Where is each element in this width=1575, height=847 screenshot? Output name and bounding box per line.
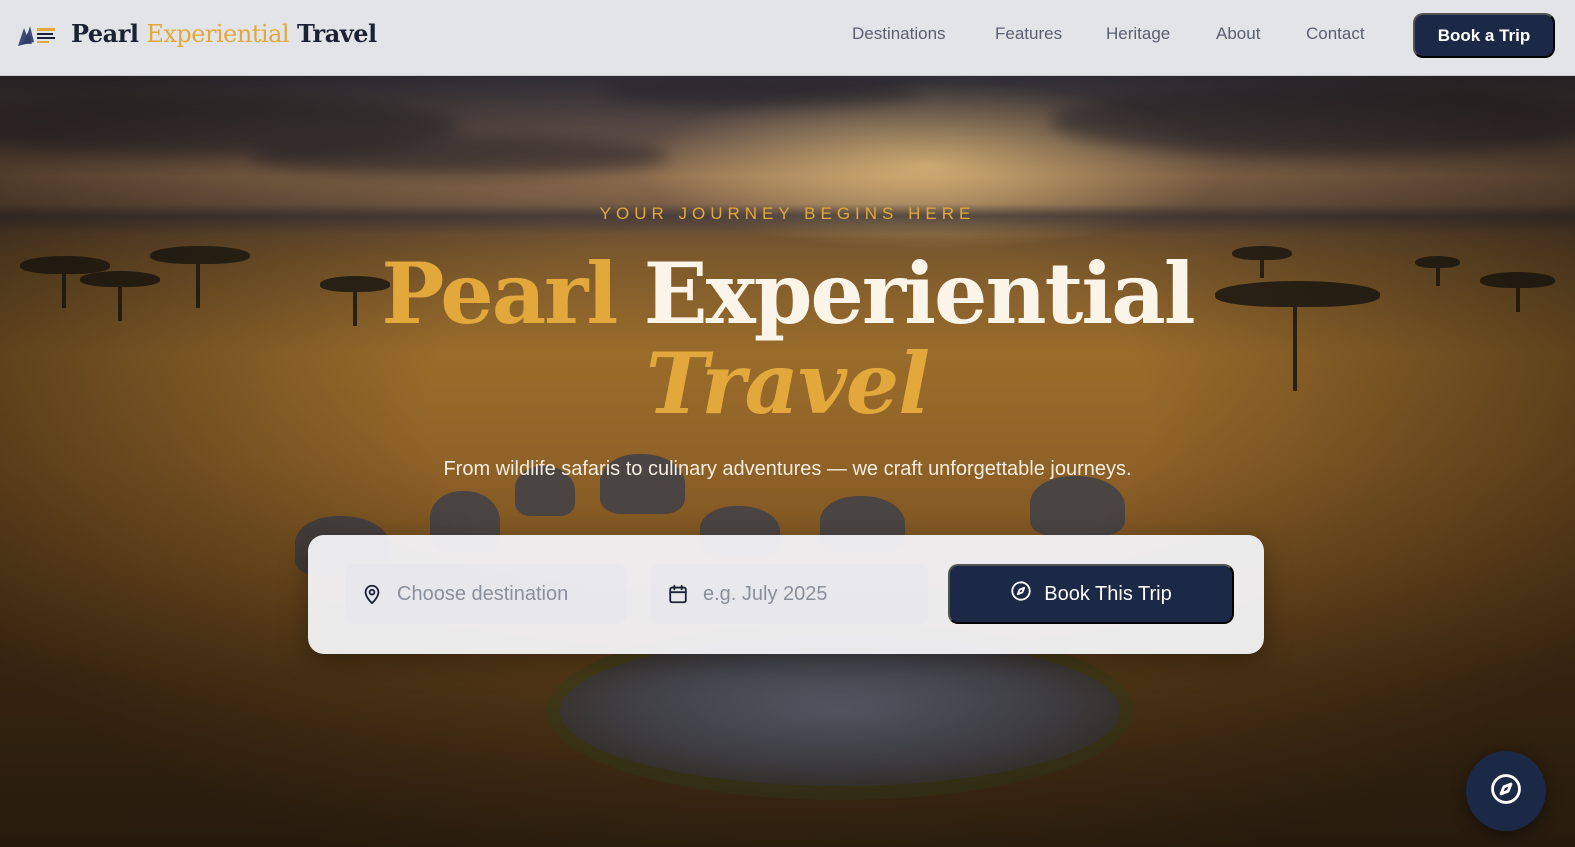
nav-about[interactable]: About (1216, 24, 1260, 44)
book-a-trip-button[interactable]: Book a Trip (1413, 13, 1555, 58)
booking-form: Book This Trip (308, 535, 1264, 654)
brand-part-2: Experiential (146, 20, 290, 48)
nav-features[interactable]: Features (995, 24, 1062, 44)
destination-input[interactable] (397, 564, 597, 624)
explore-fab-button[interactable] (1466, 751, 1546, 831)
brand-name[interactable]: Pearl Experiential Travel (71, 19, 377, 48)
nav-destinations[interactable]: Destinations (852, 24, 946, 44)
book-this-trip-button[interactable]: Book This Trip (948, 564, 1234, 624)
hero-eyebrow: YOUR JOURNEY BEGINS HERE (599, 204, 976, 223)
hero-title: Pearl Experiential (0, 244, 1575, 343)
brand-logo-icon[interactable] (16, 22, 58, 50)
date-field[interactable] (651, 564, 928, 624)
hero-subtitle: From wildlife safaris to culinary advent… (443, 458, 1132, 480)
brand-part-3: Travel (296, 19, 377, 48)
hero-section: YOUR JOURNEY BEGINS HERE Pearl Experient… (0, 76, 1575, 847)
hero-title-gold: Pearl (381, 244, 618, 343)
date-input[interactable] (703, 564, 903, 624)
compass-icon (1489, 772, 1523, 810)
site-header: Pearl Experiential Travel Destinations F… (0, 0, 1575, 76)
nav-heritage[interactable]: Heritage (1106, 24, 1170, 44)
book-this-trip-label: Book This Trip (1044, 582, 1172, 605)
map-pin-icon (361, 583, 383, 605)
hero-title-line2: Travel (645, 334, 930, 433)
nav-contact[interactable]: Contact (1306, 24, 1365, 44)
destination-field[interactable] (345, 564, 627, 624)
compass-icon (1010, 580, 1032, 608)
calendar-icon (667, 583, 689, 605)
brand-part-1: Pearl (71, 19, 139, 48)
hero-title-white: Experiential (643, 244, 1196, 343)
